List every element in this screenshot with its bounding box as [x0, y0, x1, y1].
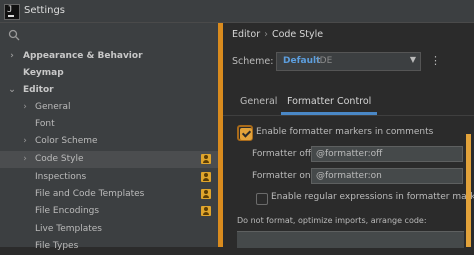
chevron-right-icon[interactable]: ›	[7, 48, 17, 65]
sidebar-item-inspections[interactable]: Inspections	[0, 169, 218, 186]
formatter-off-field[interactable]	[311, 146, 463, 162]
sidebar-item-label: Inspections	[35, 172, 87, 182]
project-scope-icon	[201, 206, 211, 216]
sidebar-item-label: Editor	[23, 85, 54, 95]
sidebar-item-live-templates[interactable]: Live Templates	[0, 221, 218, 238]
breadcrumb-editor[interactable]: Editor	[232, 29, 260, 40]
project-scope-icon	[201, 172, 211, 182]
settings-content: Editor › Code Style Scheme: Default IDE ▼ …	[223, 23, 474, 248]
chevron-right-icon[interactable]: ›	[20, 133, 30, 150]
tab-formatter-control[interactable]: Formatter Control	[281, 89, 378, 115]
sidebar-item-label: Appearance & Behavior	[23, 51, 143, 61]
intellij-app-icon: J	[4, 4, 20, 20]
scheme-scope: IDE	[317, 56, 333, 66]
enable-regex-checkbox[interactable]	[256, 193, 268, 205]
sidebar-item-keymap[interactable]: Keymap	[0, 65, 218, 82]
more-options-icon[interactable]: ⋮	[430, 52, 441, 69]
sidebar-item-font[interactable]: Font	[0, 116, 218, 133]
chevron-right-icon[interactable]: ›	[20, 99, 30, 116]
sidebar-item-label: Color Scheme	[35, 136, 98, 146]
chevron-right-icon[interactable]: ›	[20, 151, 30, 168]
project-scope-icon	[201, 189, 211, 199]
sidebar-item-label: Live Templates	[35, 224, 102, 234]
sidebar-item-general[interactable]: › General	[0, 99, 218, 116]
search-icon	[8, 29, 20, 41]
scheme-dropdown[interactable]: Default IDE ▼	[276, 52, 421, 71]
enable-formatter-markers-checkbox[interactable]	[240, 128, 252, 140]
tab-general[interactable]: General	[240, 89, 277, 115]
sidebar-item-label: Code Style	[35, 154, 84, 164]
do-not-format-label: Do not format, optimize imports, arrange…	[237, 216, 427, 225]
sidebar-item-label: General	[35, 102, 71, 112]
sidebar-item-file-and-code-templates[interactable]: File and Code Templates	[0, 186, 218, 203]
enable-formatter-markers-label[interactable]: Enable formatter markers in comments	[256, 127, 433, 137]
sidebar-item-label: File Encodings	[35, 206, 100, 216]
enable-regex-label[interactable]: Enable regular expressions in formatter …	[271, 192, 474, 202]
sidebar-item-color-scheme[interactable]: › Color Scheme	[0, 133, 218, 150]
sidebar-search[interactable]	[0, 23, 218, 47]
sidebar-item-label: Keymap	[23, 68, 64, 78]
project-scope-icon	[201, 154, 211, 164]
title-bar: J Settings	[0, 0, 474, 23]
sidebar-item-label: File and Code Templates	[35, 189, 145, 199]
sidebar-item-appearance-behavior[interactable]: › Appearance & Behavior	[0, 48, 218, 65]
sidebar-item-file-encodings[interactable]: File Encodings	[0, 203, 218, 220]
formatter-on-field[interactable]	[311, 168, 463, 184]
window-title: Settings	[24, 5, 66, 16]
tab-bar: General Formatter Control	[223, 89, 474, 116]
breadcrumb-separator: ›	[264, 29, 268, 40]
sidebar-item-label: Font	[35, 119, 55, 129]
scheme-label: Scheme:	[232, 56, 274, 67]
breadcrumb-code-style: Code Style	[271, 29, 324, 40]
content-scrollbar[interactable]	[466, 134, 471, 247]
formatter-off-label: Formatter off:	[252, 149, 315, 159]
formatter-on-label: Formatter on:	[252, 171, 314, 181]
settings-sidebar: › Appearance & Behavior Keymap ⌄ Editor …	[0, 23, 218, 251]
dropdown-arrow-icon: ▼	[409, 55, 416, 64]
sidebar-item-editor[interactable]: ⌄ Editor	[0, 82, 218, 99]
do-not-format-field[interactable]	[237, 231, 464, 248]
breadcrumb: Editor › Code Style	[232, 29, 323, 40]
scheme-value: Default	[283, 56, 321, 66]
chevron-down-icon[interactable]: ⌄	[7, 82, 17, 99]
sidebar-item-code-style[interactable]: › Code Style	[0, 151, 218, 168]
